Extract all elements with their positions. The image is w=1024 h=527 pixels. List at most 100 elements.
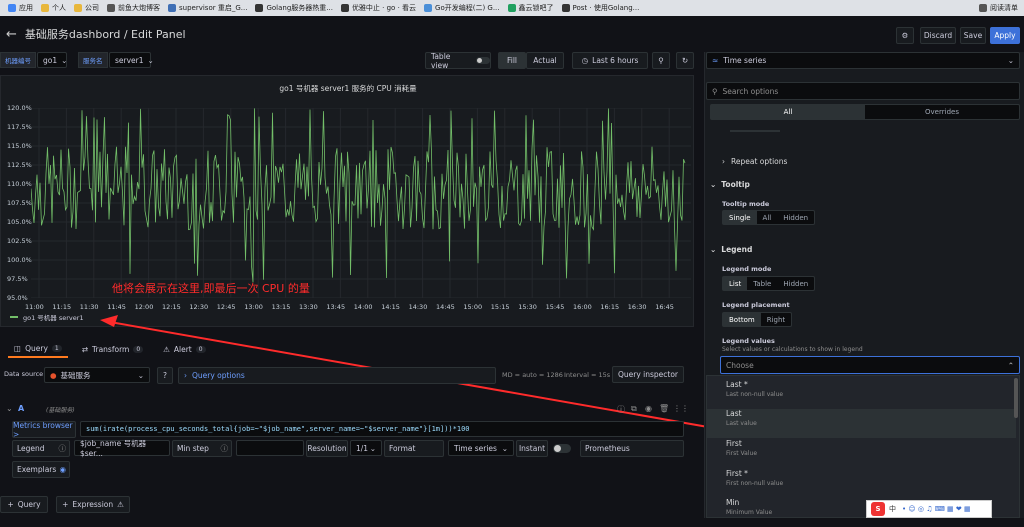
query-inspector-button[interactable]: Query inspector bbox=[612, 366, 684, 383]
chevron-down-icon[interactable]: ⌄ bbox=[6, 404, 13, 413]
option-desc: First non-null value bbox=[726, 480, 784, 487]
add-query-button[interactable]: + Query bbox=[0, 496, 48, 513]
refresh-icon[interactable]: ↻ bbox=[676, 52, 694, 69]
resolution-value: 1/1 bbox=[356, 443, 369, 453]
resolution-select[interactable]: 1/1 ⌄ bbox=[350, 440, 382, 456]
option-last-nonnull[interactable]: Last * Last non-null value bbox=[706, 380, 1016, 409]
dropdown-scrollbar[interactable] bbox=[1014, 378, 1018, 418]
save-button[interactable]: Save bbox=[960, 27, 986, 44]
bookmark-go-dev[interactable]: Go开发编程(二) G... bbox=[424, 3, 500, 13]
minstep-input[interactable] bbox=[236, 440, 304, 456]
legend-values-select[interactable]: Choose ⌃ bbox=[720, 356, 1020, 374]
bookmark-yunsuo[interactable]: 鑫云锁吧了 bbox=[507, 3, 554, 13]
bookmark-blog[interactable]: 前鱼大炮博客 bbox=[107, 3, 160, 13]
tooltip-section[interactable]: ⌄ Tooltip bbox=[710, 180, 750, 189]
bookmark-label: supervisor 重启_G... bbox=[179, 4, 248, 12]
back-arrow-icon[interactable]: ← bbox=[6, 27, 17, 42]
apply-button[interactable]: Apply bbox=[990, 27, 1020, 44]
resolution-label: Resolution bbox=[306, 440, 348, 457]
tooltip-single[interactable]: Single bbox=[723, 211, 757, 224]
actual-button[interactable]: Actual bbox=[526, 52, 564, 69]
query-tabs: ◫ Query 1 ⇄ Transform 0 ⚠ Alert 0 bbox=[0, 340, 694, 358]
bookmark-label: 个人 bbox=[52, 4, 66, 12]
visualization-picker[interactable]: ≈ Time series ⌄ bbox=[706, 52, 1020, 69]
search-options-input[interactable]: ⚲ Search options bbox=[706, 82, 1020, 100]
query-options-toggle[interactable]: › Query options bbox=[178, 367, 496, 384]
instant-toggle[interactable] bbox=[553, 444, 571, 453]
option-desc: First Value bbox=[726, 450, 758, 457]
x-tick-label: 13:00 bbox=[244, 303, 263, 311]
legend-list[interactable]: List bbox=[723, 277, 748, 290]
reading-list-label: 阅读清单 bbox=[990, 4, 1018, 12]
settings-gear-icon[interactable]: ⚙ bbox=[896, 27, 914, 44]
format-select[interactable]: Time series ⌄ bbox=[448, 440, 514, 456]
tab-count: 1 bbox=[51, 344, 62, 352]
timeseries-panel: go1 号机器 server1 服务的 CPU 消耗量 120.0% 117.5%… bbox=[0, 75, 694, 327]
discard-button[interactable]: Discard bbox=[920, 27, 956, 44]
tooltip-all[interactable]: All bbox=[757, 211, 778, 224]
bookmark-personal[interactable]: 个人 bbox=[41, 3, 66, 13]
table-view-toggle[interactable]: Table view bbox=[425, 52, 491, 70]
x-tick-label: 11:30 bbox=[79, 303, 99, 311]
legend-table[interactable]: Table bbox=[747, 277, 777, 290]
bookmark-supervisor[interactable]: supervisor 重启_G... bbox=[168, 3, 247, 13]
var-select-service[interactable]: server1 ⌄ bbox=[109, 52, 154, 68]
chevron-down-icon: ⌄ bbox=[501, 443, 508, 453]
tab-all[interactable]: All bbox=[711, 105, 865, 119]
add-expression-button[interactable]: + Expression ⚠ bbox=[56, 496, 130, 513]
options-tabs: All Overrides bbox=[710, 104, 1020, 120]
legend-section[interactable]: ⌄ Legend bbox=[710, 245, 752, 254]
tooltip-hidden[interactable]: Hidden bbox=[777, 211, 814, 224]
copy-icon[interactable]: ⧉ bbox=[631, 404, 637, 414]
bookmark-apps[interactable]: 应用 bbox=[8, 3, 33, 13]
eye-icon[interactable]: ◉ bbox=[645, 404, 652, 413]
drag-handle-icon[interactable]: ⋮⋮ bbox=[673, 404, 689, 413]
bookmark-label: Post · 使用Golang... bbox=[572, 4, 640, 12]
bookmark-go-stop[interactable]: 优雅中止 · go · 看云 bbox=[340, 3, 416, 13]
metrics-browser-button[interactable]: Metrics browser > bbox=[12, 421, 76, 439]
eye-icon[interactable]: ◉ bbox=[59, 465, 66, 474]
bookmark-golang[interactable]: Golang服务器热重... bbox=[255, 3, 333, 13]
instant-label: Instant bbox=[516, 440, 548, 457]
tooltip-mode-group: Single All Hidden bbox=[722, 210, 816, 225]
chart-plot-area[interactable] bbox=[31, 108, 691, 298]
datasource-picker[interactable]: ● 基础服务 ⌄ bbox=[44, 367, 150, 383]
legend-hidden[interactable]: Hidden bbox=[777, 277, 814, 290]
legend-label: go1 号机器 server1 bbox=[23, 314, 84, 322]
chevron-down-icon: ⌄ bbox=[710, 180, 717, 189]
zoom-out-icon[interactable]: ⚲ bbox=[652, 52, 670, 69]
option-title: First bbox=[726, 439, 742, 448]
reading-list[interactable]: 阅读清单 bbox=[979, 3, 1018, 13]
fill-button[interactable]: Fill bbox=[498, 52, 526, 69]
tab-alert[interactable]: ⚠ Alert 0 bbox=[157, 340, 211, 358]
datasource-label: Data source bbox=[4, 370, 44, 378]
tab-query[interactable]: ◫ Query 1 bbox=[8, 340, 68, 358]
tab-overrides[interactable]: Overrides bbox=[865, 105, 1019, 119]
help-icon[interactable]: ? bbox=[157, 367, 173, 384]
bookmark-post[interactable]: Post · 使用Golang... bbox=[561, 3, 640, 13]
option-first[interactable]: First First Value bbox=[706, 439, 1016, 468]
var-select-machine[interactable]: go1 ⌄ bbox=[37, 52, 67, 68]
legend-format-input[interactable]: $job_name 号机器 $ser... bbox=[74, 439, 170, 458]
tab-transform[interactable]: ⇄ Transform 0 bbox=[76, 340, 149, 358]
time-range-picker[interactable]: ◷ Last 6 hours bbox=[572, 52, 648, 69]
help-circle-icon[interactable]: ⓘ bbox=[617, 404, 625, 415]
chart-legend[interactable]: go1 号机器 server1 bbox=[10, 312, 84, 322]
info-icon: ⓘ bbox=[220, 444, 229, 453]
option-first-nonnull[interactable]: First * First non-null value bbox=[706, 469, 1016, 498]
bookmark-label: 鑫云锁吧了 bbox=[518, 4, 554, 12]
tab-count: 0 bbox=[133, 345, 144, 353]
placement-right[interactable]: Right bbox=[761, 313, 791, 326]
trash-icon[interactable]: 🗑 bbox=[659, 404, 669, 413]
panel-title: go1 号机器 server1 服务的 CPU 消耗量 bbox=[279, 84, 417, 93]
option-last[interactable]: Last Last value bbox=[706, 409, 1016, 438]
placement-bottom[interactable]: Bottom bbox=[723, 313, 761, 326]
query-ref-id[interactable]: A bbox=[18, 404, 24, 413]
ime-mode[interactable]: 中 bbox=[889, 504, 896, 514]
legend-mode-label: Legend mode bbox=[722, 265, 772, 273]
repeat-options-toggle[interactable]: › Repeat options bbox=[722, 157, 787, 166]
bookmark-company[interactable]: 公司 bbox=[74, 3, 99, 13]
query-expression-input[interactable]: sum(irate(process_cpu_seconds_total{job=… bbox=[80, 421, 684, 437]
ime-toolbar[interactable]: S 中 • ☺ ◎ ♫ ⌨ ▦ ❤ ▦ bbox=[866, 500, 992, 518]
option-title: Last * bbox=[726, 380, 748, 389]
